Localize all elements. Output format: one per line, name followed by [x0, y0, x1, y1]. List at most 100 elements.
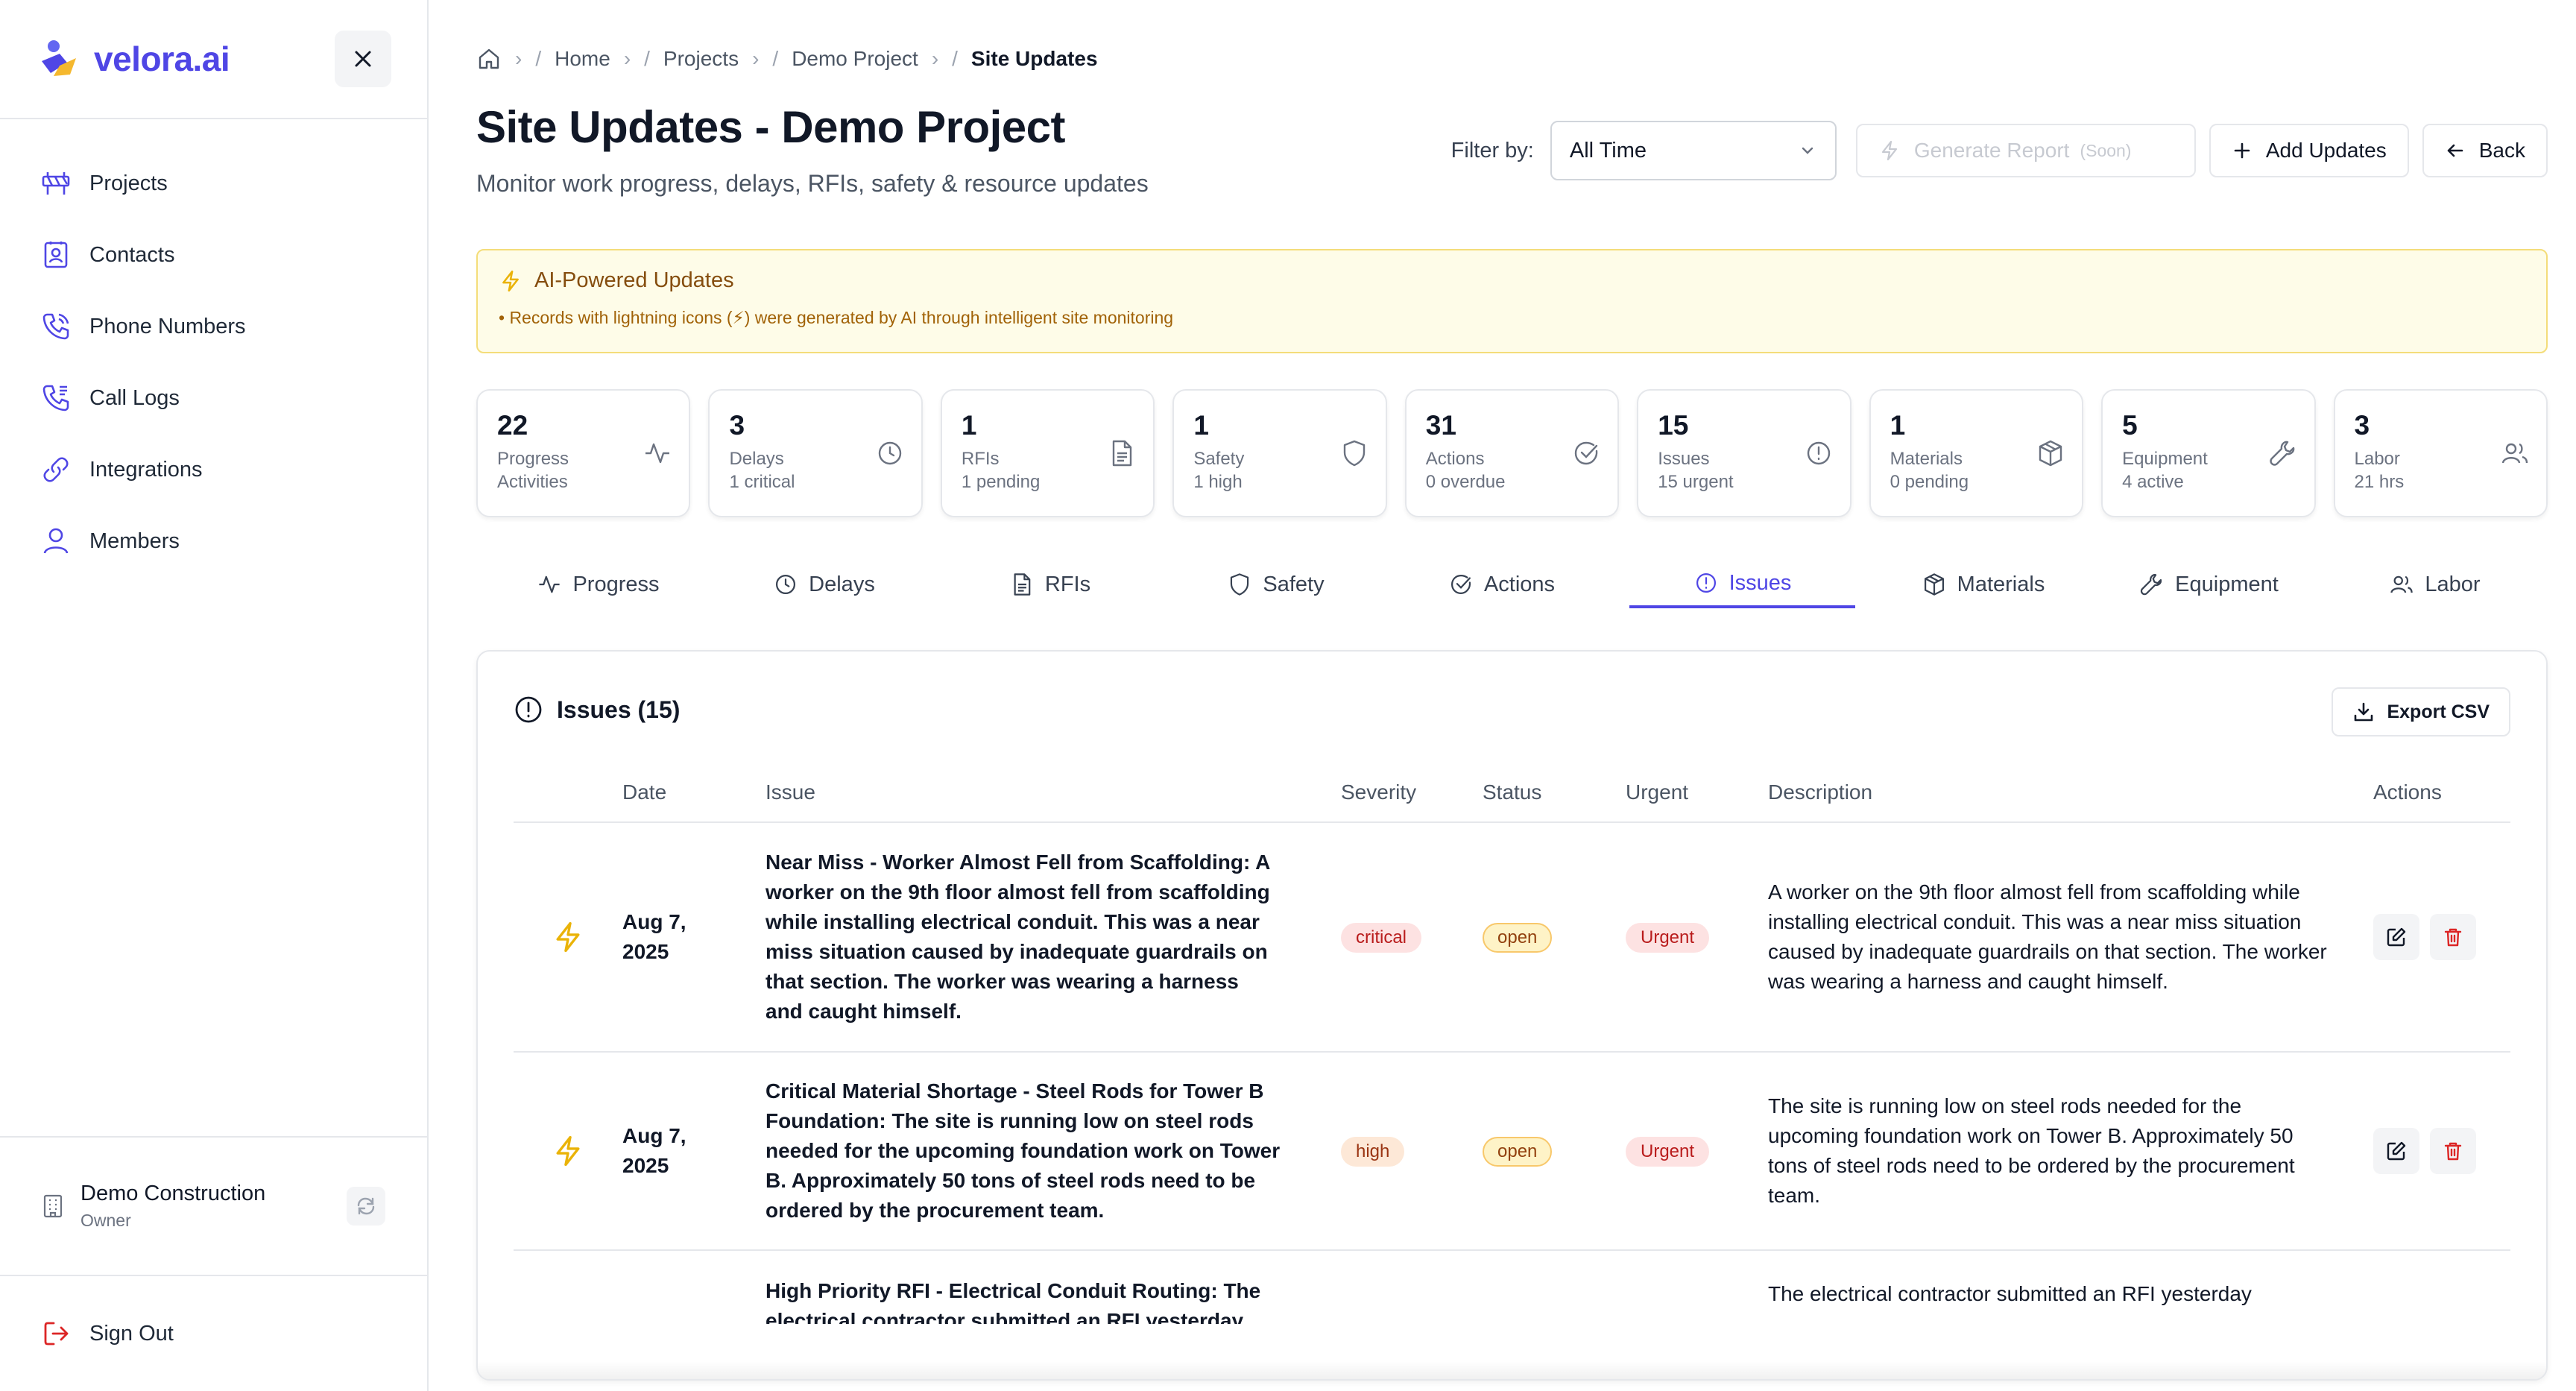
- tab-label: RFIs: [1044, 572, 1091, 596]
- status-cell: open: [1483, 921, 1626, 953]
- table-row[interactable]: High Priority RFI - Electrical Conduit R…: [514, 1251, 2510, 1355]
- tab-labor[interactable]: Labor: [2322, 561, 2548, 608]
- delete-button[interactable]: [2430, 1128, 2476, 1174]
- banner-description: • Records with lightning icons (⚡) were …: [499, 308, 1174, 327]
- page-subtitle: Monitor work progress, delays, RFIs, saf…: [476, 170, 1149, 197]
- export-csv-button[interactable]: Export CSV: [2332, 687, 2510, 736]
- close-sidebar-button[interactable]: [335, 31, 391, 87]
- stat-card-equipment[interactable]: 5 Equipment 4 active: [2101, 389, 2316, 517]
- shield-icon: [1343, 440, 1365, 467]
- stat-card-actions[interactable]: 31 Actions 0 overdue: [1404, 389, 1620, 517]
- package-icon: [1924, 573, 1944, 596]
- package-icon: [2039, 440, 2062, 467]
- breadcrumb-slash: /: [772, 47, 779, 70]
- stat-card-labor[interactable]: 3 Labor 21 hrs: [2333, 389, 2548, 517]
- edit-button[interactable]: [2373, 914, 2419, 960]
- tab-progress[interactable]: Progress: [485, 561, 711, 608]
- column-header-description[interactable]: Description: [1768, 780, 2373, 804]
- stat-sublabel: 1 high: [1193, 472, 1243, 492]
- sign-out-button[interactable]: Sign Out: [0, 1275, 427, 1391]
- construction-barrier-icon: [42, 172, 70, 195]
- add-updates-button[interactable]: Add Updates: [2209, 124, 2409, 177]
- tab-label: Labor: [2425, 572, 2481, 596]
- organization-role: Owner: [80, 1211, 131, 1230]
- tab-label: Materials: [1957, 572, 2045, 596]
- organization-switcher[interactable]: Demo Construction Owner: [0, 1136, 427, 1275]
- urgent-cell: Urgent: [1626, 1135, 1768, 1167]
- activity-icon: [645, 443, 670, 464]
- breadcrumb: › / Home › / Projects › / Demo Project ›…: [476, 46, 1098, 72]
- tab-label: Safety: [1263, 572, 1325, 596]
- tab-issues[interactable]: Issues: [1629, 561, 1855, 608]
- trash-icon: [2444, 1142, 2462, 1161]
- sidebar-header: velora.ai: [0, 0, 427, 119]
- edit-button[interactable]: [2373, 1128, 2419, 1174]
- export-csv-label: Export CSV: [2387, 701, 2490, 722]
- table-row[interactable]: Aug 7, 2025 Near Miss - Worker Almost Fe…: [514, 823, 2510, 1053]
- switch-organization-button[interactable]: [347, 1187, 385, 1226]
- stat-sublabel: 0 overdue: [1425, 472, 1506, 492]
- column-header-urgent[interactable]: Urgent: [1626, 780, 1768, 804]
- sidebar: velora.ai Projects Contacts Phone Number…: [0, 0, 429, 1391]
- brand-logo[interactable]: velora.ai: [37, 36, 230, 82]
- stat-card-issues[interactable]: 15 Issues 15 urgent: [1637, 389, 1852, 517]
- stat-value: 3: [729, 410, 745, 441]
- plus-icon: [2234, 142, 2250, 159]
- breadcrumb-projects[interactable]: Projects: [663, 47, 739, 71]
- sidebar-item-members[interactable]: Members: [0, 505, 427, 577]
- sidebar-item-label: Contacts: [89, 242, 175, 267]
- stat-card-materials[interactable]: 1 Materials 0 pending: [1869, 389, 2084, 517]
- ai-generated-cell: [514, 1134, 622, 1168]
- breadcrumb-separator: ›: [931, 47, 939, 70]
- users-icon: [2390, 575, 2414, 593]
- breadcrumb-home[interactable]: Home: [555, 47, 610, 71]
- description-cell: The site is running low on steel rods ne…: [1768, 1094, 2295, 1207]
- time-filter-select[interactable]: All Time: [1550, 121, 1837, 180]
- severity-badge: critical: [1341, 923, 1422, 953]
- table-row[interactable]: Aug 7, 2025 Critical Material Shortage -…: [514, 1053, 2510, 1251]
- sidebar-nav: Projects Contacts Phone Numbers Call Log…: [0, 119, 427, 577]
- filter-label: Filter by:: [1450, 138, 1534, 163]
- users-icon: [2501, 443, 2528, 464]
- stat-card-safety[interactable]: 1 Safety 1 high: [1172, 389, 1387, 517]
- tab-equipment[interactable]: Equipment: [2096, 561, 2322, 608]
- breadcrumb-current: Site Updates: [970, 47, 1098, 70]
- stat-card-rfis[interactable]: 1 RFIs 1 pending: [940, 389, 1155, 517]
- stat-card-progress[interactable]: 22 Progress Activities: [476, 389, 691, 517]
- column-header-severity[interactable]: Severity: [1341, 780, 1483, 804]
- stat-card-delays[interactable]: 3 Delays 1 critical: [708, 389, 923, 517]
- tab-delays[interactable]: Delays: [711, 561, 937, 608]
- column-header-issue[interactable]: Issue: [765, 780, 1341, 804]
- tab-safety[interactable]: Safety: [1163, 561, 1389, 608]
- phone-icon: [42, 313, 69, 340]
- sidebar-item-projects[interactable]: Projects: [0, 148, 427, 219]
- lightning-icon: [556, 1135, 580, 1167]
- wrench-icon: [2141, 574, 2162, 596]
- sidebar-item-phone-numbers[interactable]: Phone Numbers: [0, 291, 427, 362]
- column-header-status[interactable]: Status: [1483, 780, 1626, 804]
- column-header-date[interactable]: Date: [622, 780, 765, 804]
- sidebar-item-call-logs[interactable]: Call Logs: [0, 362, 427, 434]
- description-cell: The electrical contractor submitted an R…: [1768, 1282, 2252, 1305]
- sidebar-item-integrations[interactable]: Integrations: [0, 434, 427, 505]
- tab-label: Actions: [1483, 572, 1556, 596]
- stat-value: 3: [2354, 410, 2370, 441]
- stat-value: 5: [2122, 410, 2138, 441]
- tab-label: Issues: [1729, 570, 1792, 595]
- tab-materials[interactable]: Materials: [1870, 561, 2096, 608]
- generate-report-button[interactable]: Generate Report (Soon): [1855, 124, 2196, 177]
- stat-value: 31: [1425, 410, 1456, 441]
- stat-value: 1: [1890, 410, 1906, 441]
- document-icon: [1014, 573, 1031, 596]
- back-button[interactable]: Back: [2422, 124, 2548, 177]
- tab-rfis[interactable]: RFIs: [937, 561, 1163, 608]
- tab-label: Delays: [809, 572, 875, 596]
- sidebar-item-contacts[interactable]: Contacts: [0, 219, 427, 291]
- home-icon[interactable]: [476, 46, 502, 72]
- delete-button[interactable]: [2430, 914, 2476, 960]
- urgent-cell: Urgent: [1626, 921, 1768, 953]
- link-icon: [43, 457, 69, 482]
- tab-actions[interactable]: Actions: [1389, 561, 1614, 608]
- actions-cell: [2373, 1128, 2510, 1174]
- breadcrumb-demo-project[interactable]: Demo Project: [792, 47, 918, 71]
